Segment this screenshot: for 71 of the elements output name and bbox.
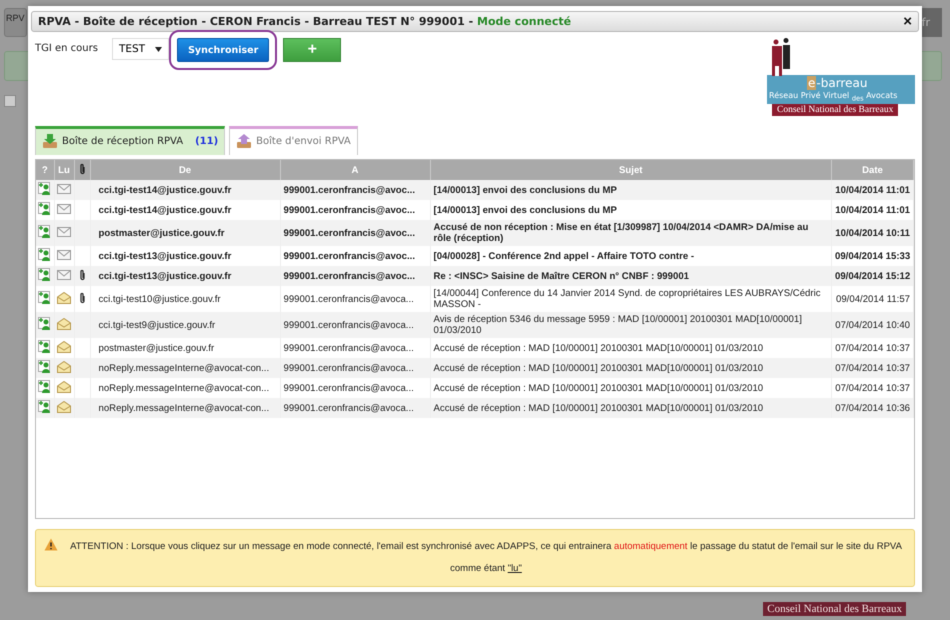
warning-icon bbox=[44, 538, 58, 551]
envelope-icon bbox=[57, 226, 71, 237]
footer-logo: Conseil National des Barreaux bbox=[763, 602, 906, 616]
column-header: Sujet bbox=[430, 160, 832, 180]
user-add-icon bbox=[38, 268, 52, 282]
warning-text: ATTENTION : Lorsque vous cliquez sur un message en mode connecté, l'email est synchronisé avec ADAPPS, ce qui entrainera automatiquement le passage du statut de l'email sur le site du RPVA comme étant "lu" bbox=[69, 540, 903, 576]
open-envelope-icon bbox=[57, 340, 71, 353]
recipient-cell: 999001.ceronfrancis@avoca... bbox=[280, 312, 430, 338]
date-cell: 10/04/2014 10:11 bbox=[832, 220, 914, 246]
user-add-icon bbox=[38, 225, 52, 238]
column-header: Date bbox=[832, 160, 914, 180]
open-envelope-icon bbox=[57, 400, 71, 413]
logo-caption: Conseil National des Barreaux bbox=[772, 104, 898, 116]
open-envelope-icon bbox=[57, 292, 71, 304]
column-header: ? bbox=[36, 160, 54, 180]
column-header: A bbox=[280, 160, 430, 180]
subject-cell: Re : <INSC> Saisine de Maître CERON n° CNBF : 999001 bbox=[430, 266, 832, 286]
open-envelope-icon bbox=[57, 360, 71, 373]
subject-cell: [14/00013] envoi des conclusions du MP bbox=[430, 180, 832, 200]
user-add-icon bbox=[38, 248, 52, 262]
tgi-select[interactable]: TEST bbox=[112, 38, 170, 60]
tgi-label: TGI en cours bbox=[35, 42, 98, 54]
subject-cell: Accusé de réception : MAD [10/00001] 20100301 MAD[10/00001] 01/03/2010 bbox=[430, 358, 832, 378]
recipient-cell: 999001.ceronfrancis@avoca... bbox=[280, 398, 430, 418]
recipient-cell: 999001.ceronfrancis@avoca... bbox=[280, 358, 430, 378]
user-add-icon bbox=[38, 202, 52, 216]
sender-cell: noReply.messageInterne@avocat-con... bbox=[90, 358, 280, 378]
column-header: De bbox=[90, 160, 280, 180]
date-cell: 07/04/2014 10:40 bbox=[832, 312, 914, 338]
column-header: Lu bbox=[54, 160, 74, 180]
tray-up-arrow-icon bbox=[236, 133, 252, 150]
open-envelope-icon bbox=[57, 318, 71, 330]
mailbox-tab[interactable]: Boîte d'envoi RPVA bbox=[229, 126, 358, 156]
recipient-cell: 999001.ceronfrancis@avoc... bbox=[280, 180, 430, 200]
open-envelope-icon bbox=[57, 380, 71, 393]
window-title: RPVA - Boîte de réception - CERON Francis - Barreau TEST N° 999001 - Mode connecté bbox=[38, 15, 572, 28]
subject-cell: Avis de réception 5346 du message 5959 : MAD [10/00001] 20100301 MAD[10/00001] 01/03/2010 bbox=[430, 312, 832, 338]
user-add-icon bbox=[38, 291, 52, 304]
date-cell: 07/04/2014 10:37 bbox=[832, 358, 914, 378]
envelope-icon bbox=[57, 250, 71, 260]
close-button[interactable]: × bbox=[903, 14, 912, 30]
sender-cell: noReply.messageInterne@avocat-con... bbox=[90, 398, 280, 418]
recipient-cell: 999001.ceronfrancis@avoc... bbox=[280, 266, 430, 286]
date-cell: 07/04/2014 10:36 bbox=[832, 398, 914, 418]
subject-cell: Accusé de réception : MAD [10/00001] 20100301 MAD[10/00001] 01/03/2010 bbox=[430, 398, 832, 418]
user-add-icon bbox=[38, 400, 52, 414]
paperclip-icon bbox=[78, 292, 86, 304]
envelope-icon bbox=[57, 204, 71, 214]
user-add-icon bbox=[38, 317, 52, 330]
tray-down-arrow-icon bbox=[42, 133, 58, 150]
subject-cell: Accusé de non réception : Mise en état [1/309987] 10/04/2014 <DAMR> DA/mise au rôle (réception) bbox=[430, 220, 832, 246]
user-add-icon bbox=[38, 380, 52, 394]
sender-cell: postmaster@justice.gouv.fr bbox=[90, 220, 280, 246]
read-link[interactable]: "lu" bbox=[508, 563, 522, 574]
sender-cell: cci.tgi-test13@justice.gouv.fr bbox=[90, 266, 280, 286]
paperclip-icon bbox=[78, 268, 86, 281]
logo-title: -barreau bbox=[816, 76, 868, 90]
date-cell: 10/04/2014 11:01 bbox=[832, 180, 914, 200]
user-add-icon bbox=[38, 360, 52, 374]
paperclip-icon bbox=[78, 162, 86, 175]
sender-cell: cci.tgi-test14@justice.gouv.fr bbox=[90, 180, 280, 200]
envelope-icon bbox=[57, 270, 71, 280]
recipient-cell: 999001.ceronfrancis@avoc... bbox=[280, 220, 430, 246]
user-add-icon bbox=[38, 340, 52, 354]
logo-subtitle: Réseau Privé Virtuel $_{des}$ Avocats bbox=[769, 90, 898, 102]
sender-cell: cci.tgi-test9@justice.gouv.fr bbox=[90, 312, 280, 338]
date-cell: 09/04/2014 15:12 bbox=[832, 266, 914, 286]
mailbox-tab[interactable]: Boîte de réception RPVA (11) bbox=[35, 126, 226, 156]
logo-mark: e bbox=[807, 76, 816, 90]
user-add-icon bbox=[38, 182, 52, 196]
envelope-icon bbox=[57, 184, 71, 194]
